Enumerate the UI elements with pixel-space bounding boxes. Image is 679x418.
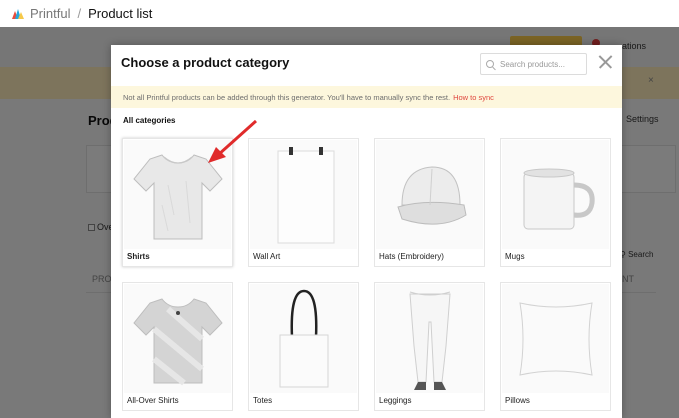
breadcrumb: Printful / Product list: [0, 0, 679, 27]
category-label: Hats (Embroidery): [379, 252, 444, 261]
category-card-pillows[interactable]: Pillows: [500, 282, 611, 411]
poster-icon: [250, 140, 357, 249]
product-search[interactable]: [480, 53, 587, 75]
category-label: Leggings: [379, 396, 412, 405]
category-card-mugs[interactable]: Mugs: [500, 138, 611, 267]
category-label: All-Over Shirts: [127, 396, 179, 405]
tote-bag-icon: [250, 284, 357, 393]
category-label: Pillows: [505, 396, 530, 405]
product-search-input[interactable]: [500, 59, 585, 69]
breadcrumb-root-link[interactable]: Printful: [30, 6, 70, 21]
close-button[interactable]: [597, 54, 613, 70]
section-title: All categories: [123, 116, 176, 125]
sync-notice-text: Not all Printful products can be added t…: [123, 92, 451, 102]
modal-title: Choose a product category: [121, 55, 290, 70]
category-card-all-over-shirts[interactable]: All-Over Shirts: [122, 282, 233, 411]
category-card-leggings[interactable]: Leggings: [374, 282, 485, 411]
search-icon: [486, 60, 494, 68]
cap-icon: [376, 140, 483, 249]
leggings-icon: [376, 284, 483, 393]
category-label: Mugs: [505, 252, 525, 261]
breadcrumb-separator: /: [77, 6, 82, 21]
sync-notice: Not all Printful products can be added t…: [111, 86, 622, 108]
mug-icon: [502, 140, 609, 249]
category-card-hats[interactable]: Hats (Embroidery): [374, 138, 485, 267]
how-to-sync-link[interactable]: How to sync: [453, 93, 494, 102]
category-label: Wall Art: [253, 252, 281, 261]
printful-logo-icon: [12, 8, 24, 19]
category-modal: Choose a product category Not all Printf…: [111, 45, 622, 418]
all-over-shirt-icon: [124, 284, 231, 393]
category-label: Totes: [253, 396, 273, 405]
category-card-totes[interactable]: Totes: [248, 282, 359, 411]
category-label: Shirts: [127, 252, 150, 261]
pointer-arrow-icon: [208, 119, 258, 163]
breadcrumb-current: Product list: [88, 6, 153, 21]
category-card-wall-art[interactable]: Wall Art: [248, 138, 359, 267]
pillow-icon: [502, 284, 609, 393]
